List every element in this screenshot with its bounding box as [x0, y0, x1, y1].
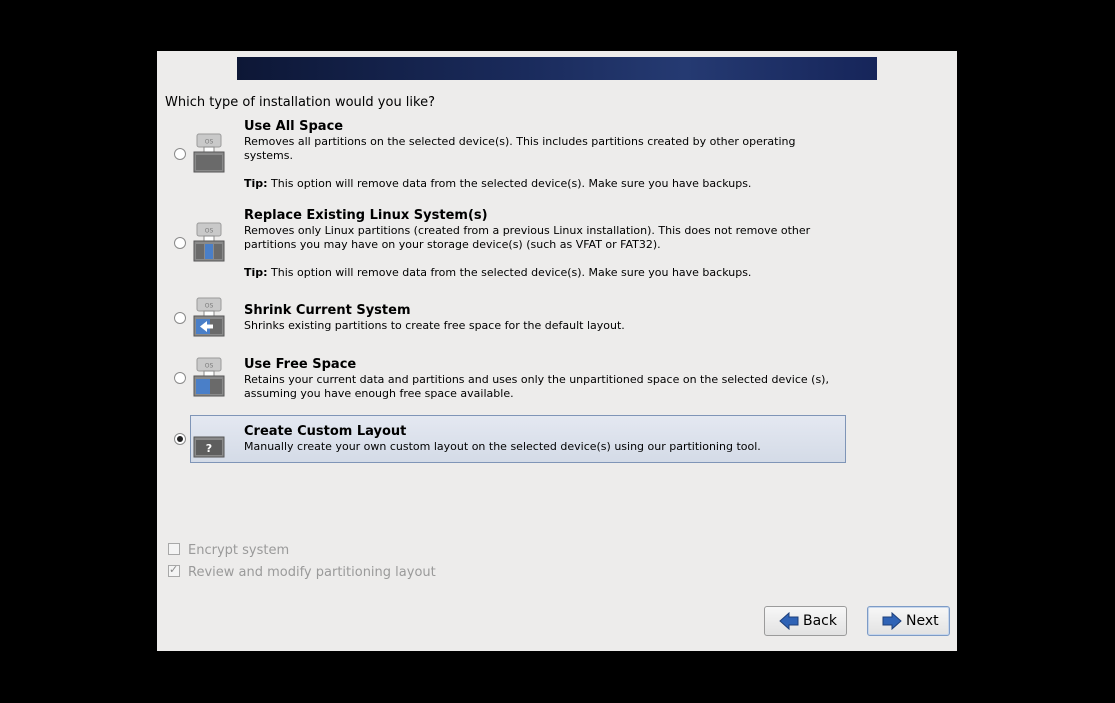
option-title: Use Free Space [244, 357, 357, 372]
tip-label: Tip: [244, 266, 268, 279]
checkbox-box[interactable] [168, 543, 180, 555]
next-button[interactable]: Next [867, 606, 950, 636]
option-description: Shrinks existing partitions to create fr… [244, 319, 625, 332]
option-title: Create Custom Layout [244, 424, 407, 439]
svg-text:?: ? [206, 442, 212, 455]
radio-create-custom-layout[interactable] [174, 433, 186, 445]
back-button[interactable]: Back [764, 606, 847, 636]
svg-text:OS: OS [205, 303, 214, 310]
option-title: Use All Space [244, 119, 344, 134]
arrow-right-icon [882, 612, 902, 630]
back-button-label: Back [803, 613, 837, 629]
encrypt-system-checkbox[interactable]: Encrypt system [168, 543, 289, 558]
radio-use-all-space[interactable] [174, 148, 186, 160]
installer-window: Which type of installation would you lik… [157, 51, 957, 651]
option-title: Shrink Current System [244, 303, 411, 318]
radio-use-free-space[interactable] [174, 372, 186, 384]
option-description: Removes all partitions on the selected d… [244, 135, 796, 162]
custom-layout-icon: ? [193, 436, 225, 458]
checkbox-label: Review and modify partitioning layout [188, 565, 436, 580]
next-button-label: Next [906, 613, 939, 629]
page-question: Which type of installation would you lik… [165, 95, 435, 110]
option-title: Replace Existing Linux System(s) [244, 208, 488, 223]
tip-label: Tip: [244, 177, 268, 190]
option-tip: Tip: This option will remove data from t… [244, 177, 751, 190]
tip-text: This option will remove data from the se… [271, 266, 752, 279]
checkbox-box[interactable] [168, 563, 180, 577]
selected-option-highlight [190, 415, 846, 463]
shrink-system-icon: OS [193, 297, 225, 337]
checkbox-label: Encrypt system [188, 543, 290, 558]
option-description: Removes only Linux partitions (created f… [244, 224, 811, 251]
use-free-space-icon: OS [193, 357, 225, 397]
arrow-left-icon [779, 612, 799, 630]
svg-text:OS: OS [205, 139, 214, 146]
svg-text:OS: OS [205, 228, 214, 235]
option-tip: Tip: This option will remove data from t… [244, 266, 751, 279]
radio-shrink-current[interactable] [174, 312, 186, 324]
tip-text: This option will remove data from the se… [271, 177, 752, 190]
replace-linux-icon: OS [193, 222, 225, 262]
header-banner [237, 57, 877, 80]
review-partitioning-checkbox[interactable]: Review and modify partitioning layout [168, 563, 436, 580]
option-description: Retains your current data and partitions… [244, 373, 829, 400]
svg-text:OS: OS [205, 363, 214, 370]
use-all-space-icon: OS [193, 133, 225, 173]
radio-replace-linux[interactable] [174, 237, 186, 249]
option-description: Manually create your own custom layout o… [244, 440, 761, 453]
